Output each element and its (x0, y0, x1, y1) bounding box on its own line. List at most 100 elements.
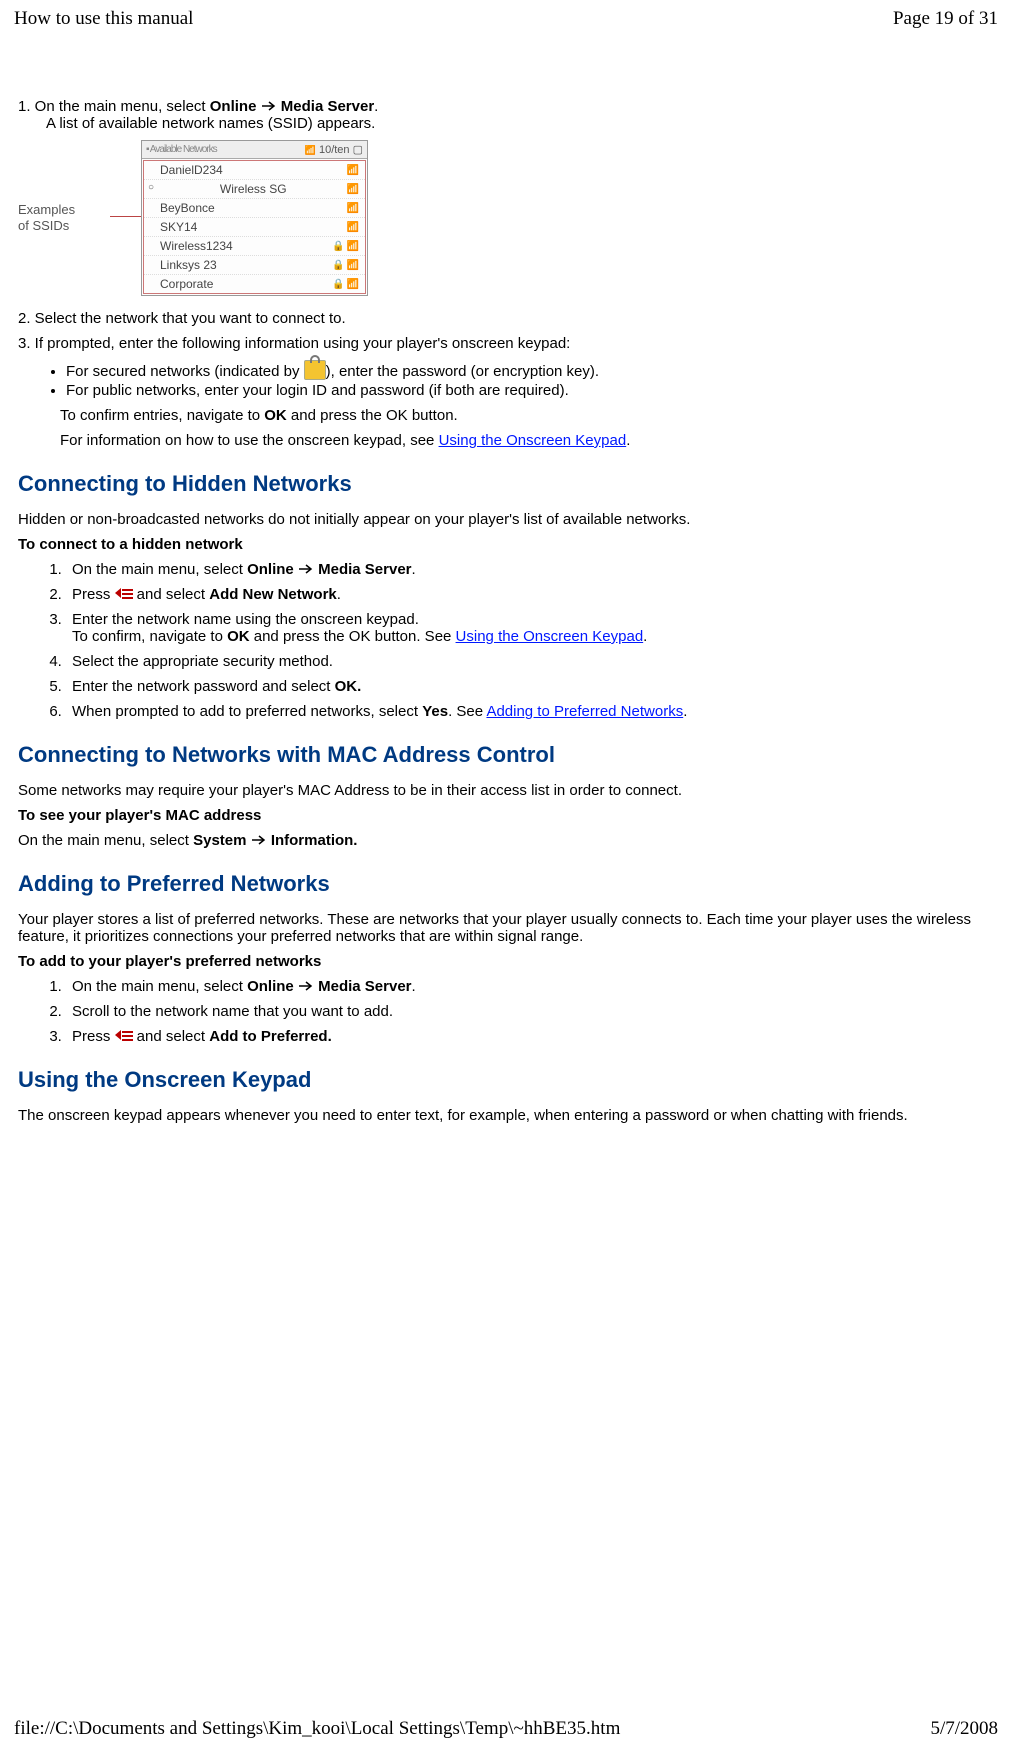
list-item: When prompted to add to preferred networ… (66, 703, 994, 720)
network-row: Wireless SG📶 (144, 180, 365, 199)
text: Press (72, 586, 115, 603)
footer-right: 5/7/2008 (930, 1718, 998, 1740)
link-preferred-networks[interactable]: Adding to Preferred Networks (486, 703, 683, 720)
pref-steps: On the main menu, select Online Media Se… (38, 978, 994, 1045)
header-right: Page 19 of 31 (893, 8, 998, 30)
text: . (374, 98, 378, 115)
text: and select (133, 586, 210, 603)
callout-line (110, 216, 142, 217)
text: and press the OK button. See (250, 628, 456, 645)
content: 1. On the main menu, select Online Media… (0, 30, 1012, 1124)
network-row: Corporate🔒📶 (144, 275, 365, 293)
list-item: For public networks, enter your login ID… (66, 382, 994, 399)
text: Examples (18, 202, 108, 218)
list-item: Scroll to the network name that you want… (66, 1003, 994, 1020)
arrow-right-icon (298, 980, 314, 992)
text: and select (133, 1028, 210, 1045)
page-header: How to use this manual Page 19 of 31 (0, 0, 1012, 30)
mac-intro: Some networks may require your player's … (18, 782, 994, 799)
list-item: Press and select Add to Preferred. (66, 1028, 994, 1045)
list-item: Select the appropriate security method. (66, 653, 994, 670)
text: Enter the network password and select (72, 678, 335, 695)
link-onscreen-keypad[interactable]: Using the Onscreen Keypad (456, 628, 644, 645)
list-item: Press and select Add New Network. (66, 586, 994, 603)
step-1-note: A list of available network names (SSID)… (46, 115, 994, 132)
hidden-subhead: To connect to a hidden network (18, 536, 994, 553)
bold-ok: OK. (335, 678, 362, 695)
text: . (683, 703, 687, 720)
list-item: Enter the network password and select OK… (66, 678, 994, 695)
heading-preferred-networks: Adding to Preferred Networks (18, 871, 994, 897)
network-row: BeyBonce📶 (144, 199, 365, 218)
mac-subhead: To see your player's MAC address (18, 807, 994, 824)
text: . (412, 561, 416, 578)
bold-add-new-network: Add New Network (209, 586, 337, 603)
network-row: SKY14📶 (144, 218, 365, 237)
step-3-confirm: To confirm entries, navigate to OK and p… (60, 407, 994, 424)
bold-online: Online (210, 98, 257, 115)
arrow-right-icon (261, 100, 277, 112)
text: . (337, 586, 341, 603)
step-3-lead: 3. If prompted, enter the following info… (18, 335, 994, 352)
bold-ok: OK (227, 628, 250, 645)
network-row: Wireless1234🔒📶 (144, 237, 365, 256)
keypad-intro: The onscreen keypad appears whenever you… (18, 1107, 994, 1124)
bold-information: Information. (271, 832, 358, 849)
text: On the main menu, select (72, 978, 247, 995)
text: To confirm, navigate to (72, 628, 227, 645)
text: On the main menu, select (18, 832, 193, 849)
network-row: DanielD234📶 (144, 161, 365, 180)
bold-media-server: Media Server (281, 98, 374, 115)
heading-mac-address: Connecting to Networks with MAC Address … (18, 742, 994, 768)
step-2: 2. Select the network that you want to c… (18, 310, 994, 327)
options-icon (115, 587, 133, 601)
panel-title-left: ▪ Available Networks (146, 144, 217, 155)
step-3-info: For information on how to use the onscre… (60, 432, 994, 449)
list-item: On the main menu, select Online Media Se… (66, 978, 994, 995)
text: . (626, 432, 630, 449)
text: . See (448, 703, 486, 720)
text: ), enter the password (or encryption key… (326, 363, 599, 380)
step-3-bullets: For secured networks (indicated by ), en… (38, 360, 994, 399)
text: For secured networks (indicated by (66, 363, 304, 380)
bold-online: Online (247, 978, 294, 995)
bold-ok: OK (264, 407, 287, 424)
heading-hidden-networks: Connecting to Hidden Networks (18, 471, 994, 497)
list-item: For secured networks (indicated by ), en… (66, 360, 994, 380)
link-onscreen-keypad[interactable]: Using the Onscreen Keypad (439, 432, 627, 449)
text: and press the OK button. (287, 407, 458, 424)
network-row: Linksys 23🔒📶 (144, 256, 365, 275)
list-item: Enter the network name using the onscree… (66, 611, 994, 645)
hidden-intro: Hidden or non-broadcasted networks do no… (18, 511, 994, 528)
bold-yes: Yes (422, 703, 448, 720)
text: . (412, 978, 416, 995)
step-1: 1. On the main menu, select Online Media… (18, 98, 994, 132)
bold-online: Online (247, 561, 294, 578)
text: To confirm entries, navigate to (60, 407, 264, 424)
available-networks-panel: ▪ Available Networks 📶 10/ten ▢ DanielD2… (141, 140, 368, 296)
lock-icon (304, 360, 326, 380)
panel-title: ▪ Available Networks 📶 10/ten ▢ (142, 141, 367, 159)
network-list: DanielD234📶Wireless SG📶BeyBonce📶SKY14📶Wi… (143, 160, 366, 294)
text: of SSIDs (18, 218, 108, 234)
bold-media-server: Media Server (318, 978, 411, 995)
text: When prompted to add to preferred networ… (72, 703, 422, 720)
arrow-right-icon (298, 563, 314, 575)
hidden-steps: On the main menu, select Online Media Se… (38, 561, 994, 720)
mac-line: On the main menu, select System Informat… (18, 832, 994, 849)
pref-intro: Your player stores a list of preferred n… (18, 911, 994, 945)
text: Press (72, 1028, 115, 1045)
list-item: On the main menu, select Online Media Se… (66, 561, 994, 578)
ssid-example-figure: Examples of SSIDs ▪ Available Networks 📶… (18, 140, 994, 296)
text: Enter the network name using the onscree… (72, 611, 419, 628)
text: 1. On the main menu, select (18, 98, 210, 115)
bold-system: System (193, 832, 246, 849)
footer-left: file://C:\Documents and Settings\Kim_koo… (14, 1718, 620, 1740)
text: . (643, 628, 647, 645)
bold-media-server: Media Server (318, 561, 411, 578)
panel-title-right: 📶 10/ten ▢ (305, 143, 363, 156)
heading-onscreen-keypad: Using the Onscreen Keypad (18, 1067, 994, 1093)
pref-subhead: To add to your player's preferred networ… (18, 953, 994, 970)
arrow-right-icon (251, 834, 267, 846)
text: For information on how to use the onscre… (60, 432, 439, 449)
